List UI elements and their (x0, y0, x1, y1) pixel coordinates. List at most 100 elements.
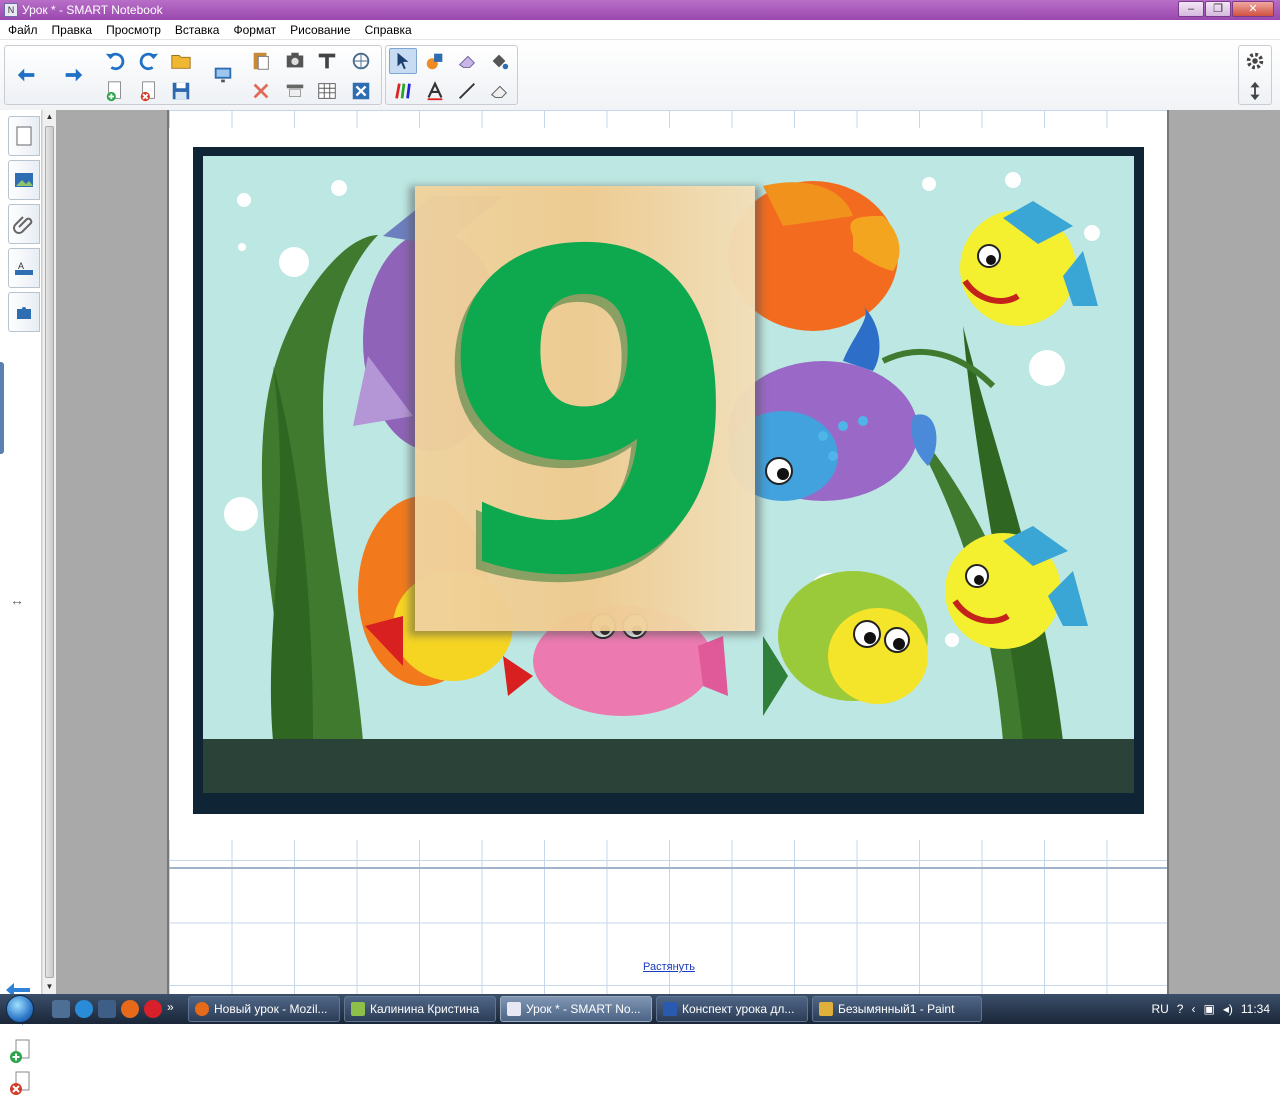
digit-nine: 9 (438, 160, 744, 672)
taskbar-item-notebook[interactable]: Калинина Кристина (344, 996, 496, 1022)
menu-help[interactable]: Справка (365, 23, 412, 37)
eraser-icon[interactable] (453, 48, 481, 74)
text-tool-icon[interactable] (313, 48, 341, 74)
attachments-icon[interactable] (8, 204, 40, 244)
taskbar-item-label: Безымянный1 - Paint (838, 1002, 955, 1016)
scroll-thumb[interactable] (45, 126, 54, 978)
taskbar-item-word[interactable]: Конспект урока дл... (656, 996, 808, 1022)
firefox-icon (195, 1002, 209, 1016)
toolbar-group-main (4, 45, 382, 105)
language-indicator[interactable]: RU (1151, 1002, 1168, 1016)
start-button[interactable] (0, 994, 40, 1024)
scroll-up-icon[interactable]: ▲ (44, 112, 55, 122)
menu-format[interactable]: Формат (233, 23, 276, 37)
aquarium-floor (203, 739, 1134, 793)
magic-eraser-icon[interactable] (485, 78, 513, 104)
taskbar: » Новый урок - Mozil... Калинина Кристин… (0, 994, 1280, 1024)
switch-windows-icon[interactable] (98, 1000, 116, 1018)
restore-button[interactable]: ❐ (1205, 1, 1231, 17)
quick-launch: » (52, 1000, 184, 1018)
save-icon[interactable] (167, 78, 195, 104)
clock[interactable]: 11:34 (1241, 1002, 1270, 1016)
menu-draw[interactable]: Рисование (290, 23, 350, 37)
delete-page-side-icon[interactable] (4, 1070, 40, 1100)
panel-collapse-handle[interactable] (0, 362, 4, 454)
add-page-icon[interactable] (101, 78, 129, 104)
text-a-icon[interactable] (421, 78, 449, 104)
line-icon[interactable] (453, 78, 481, 104)
fill-icon[interactable] (347, 48, 375, 74)
taskbar-item-label: Конспект урока дл... (682, 1002, 795, 1016)
help-icon[interactable]: ? (1177, 1002, 1184, 1016)
move-toolbar-icon[interactable] (1241, 78, 1269, 104)
smart-notebook-icon (507, 1002, 521, 1016)
close-box-icon[interactable] (347, 78, 375, 104)
page-guide-line (169, 867, 1167, 869)
taskbar-item-label: Калинина Кристина (370, 1002, 480, 1016)
shapes-icon[interactable] (421, 48, 449, 74)
undo-icon[interactable] (101, 48, 129, 74)
resize-handle-icon[interactable]: ↔ (10, 592, 24, 608)
main-toolbar (0, 40, 1280, 110)
ie-icon[interactable] (75, 1000, 93, 1018)
back-arrow-icon[interactable] (13, 62, 41, 88)
notebook-page[interactable]: 9 9 Растянуть (167, 110, 1169, 994)
scroll-down-icon[interactable]: ▼ (44, 982, 55, 992)
taskbar-item-smart-notebook[interactable]: Урок * - SMART No... (500, 996, 652, 1022)
volume-icon[interactable]: ◂) (1223, 1002, 1233, 1016)
show-hidden-icons[interactable]: ‹ (1191, 1002, 1195, 1016)
menu-insert[interactable]: Вставка (175, 23, 220, 37)
side-tabs-panel: A ↔ (0, 110, 42, 1095)
screen-shade-icon[interactable] (209, 62, 237, 88)
toolbar-group-tools (385, 45, 518, 105)
add-page-side-icon[interactable] (4, 1038, 40, 1070)
word-icon (663, 1002, 677, 1016)
menu-view[interactable]: Просмотр (106, 23, 161, 37)
pens-icon[interactable] (389, 78, 417, 104)
toolbar-group-settings (1238, 45, 1272, 105)
vertical-scrollbar[interactable]: ▲ ▼ (42, 110, 56, 994)
menu-edit[interactable]: Правка (52, 23, 93, 37)
gallery-icon[interactable] (8, 160, 40, 200)
fill-bucket-icon[interactable] (485, 48, 513, 74)
redo-icon[interactable] (135, 48, 163, 74)
stretch-link[interactable]: Растянуть (643, 961, 695, 973)
menu-file[interactable]: Файл (8, 23, 38, 37)
smart-notebook-app-icon: N (4, 3, 18, 17)
notebook-icon (351, 1002, 365, 1016)
addons-icon[interactable] (8, 292, 40, 332)
menu-bar: Файл Правка Просмотр Вставка Формат Рисо… (0, 20, 1280, 40)
delete-page-icon[interactable] (135, 78, 163, 104)
taskbar-item-paint[interactable]: Безымянный1 - Paint (812, 996, 982, 1022)
more-quicklaunch-icon[interactable]: » (167, 1000, 179, 1018)
network-icon[interactable]: ▣ (1203, 1002, 1214, 1016)
window-title: Урок * - SMART Notebook (22, 3, 163, 17)
screen-capture-icon[interactable] (281, 48, 309, 74)
title-bar: N Урок * - SMART Notebook – ❐ ✕ (0, 0, 1280, 20)
delete-icon[interactable] (247, 78, 275, 104)
fish-picture[interactable]: 9 9 (193, 147, 1144, 814)
close-button[interactable]: ✕ (1232, 1, 1274, 17)
paste-icon[interactable] (247, 48, 275, 74)
opera-icon[interactable] (144, 1000, 162, 1018)
taskbar-item-label: Новый урок - Mozil... (214, 1002, 328, 1016)
taskbar-item-label: Урок * - SMART No... (526, 1002, 641, 1016)
taskbar-item-firefox[interactable]: Новый урок - Mozil... (188, 996, 340, 1022)
paint-icon (819, 1002, 833, 1016)
open-folder-icon[interactable] (167, 48, 195, 74)
firefox-quick-icon[interactable] (121, 1000, 139, 1018)
properties-icon[interactable]: A (8, 248, 40, 288)
svg-text:A: A (18, 261, 24, 271)
show-desktop-icon[interactable] (52, 1000, 70, 1018)
system-tray: RU ? ‹ ▣ ◂) 11:34 (1143, 994, 1280, 1024)
minimize-button[interactable]: – (1178, 1, 1204, 17)
display-icon[interactable] (281, 78, 309, 104)
windows-orb-icon (6, 995, 34, 1023)
table-icon[interactable] (313, 78, 341, 104)
select-arrow-icon[interactable] (389, 48, 417, 74)
page-sorter-icon[interactable] (8, 116, 40, 156)
aquarium-illustration: 9 9 (224, 160, 1100, 741)
settings-gear-icon[interactable] (1241, 48, 1269, 74)
forward-arrow-icon[interactable] (59, 62, 87, 88)
aquarium-scene: 9 9 (203, 156, 1134, 793)
